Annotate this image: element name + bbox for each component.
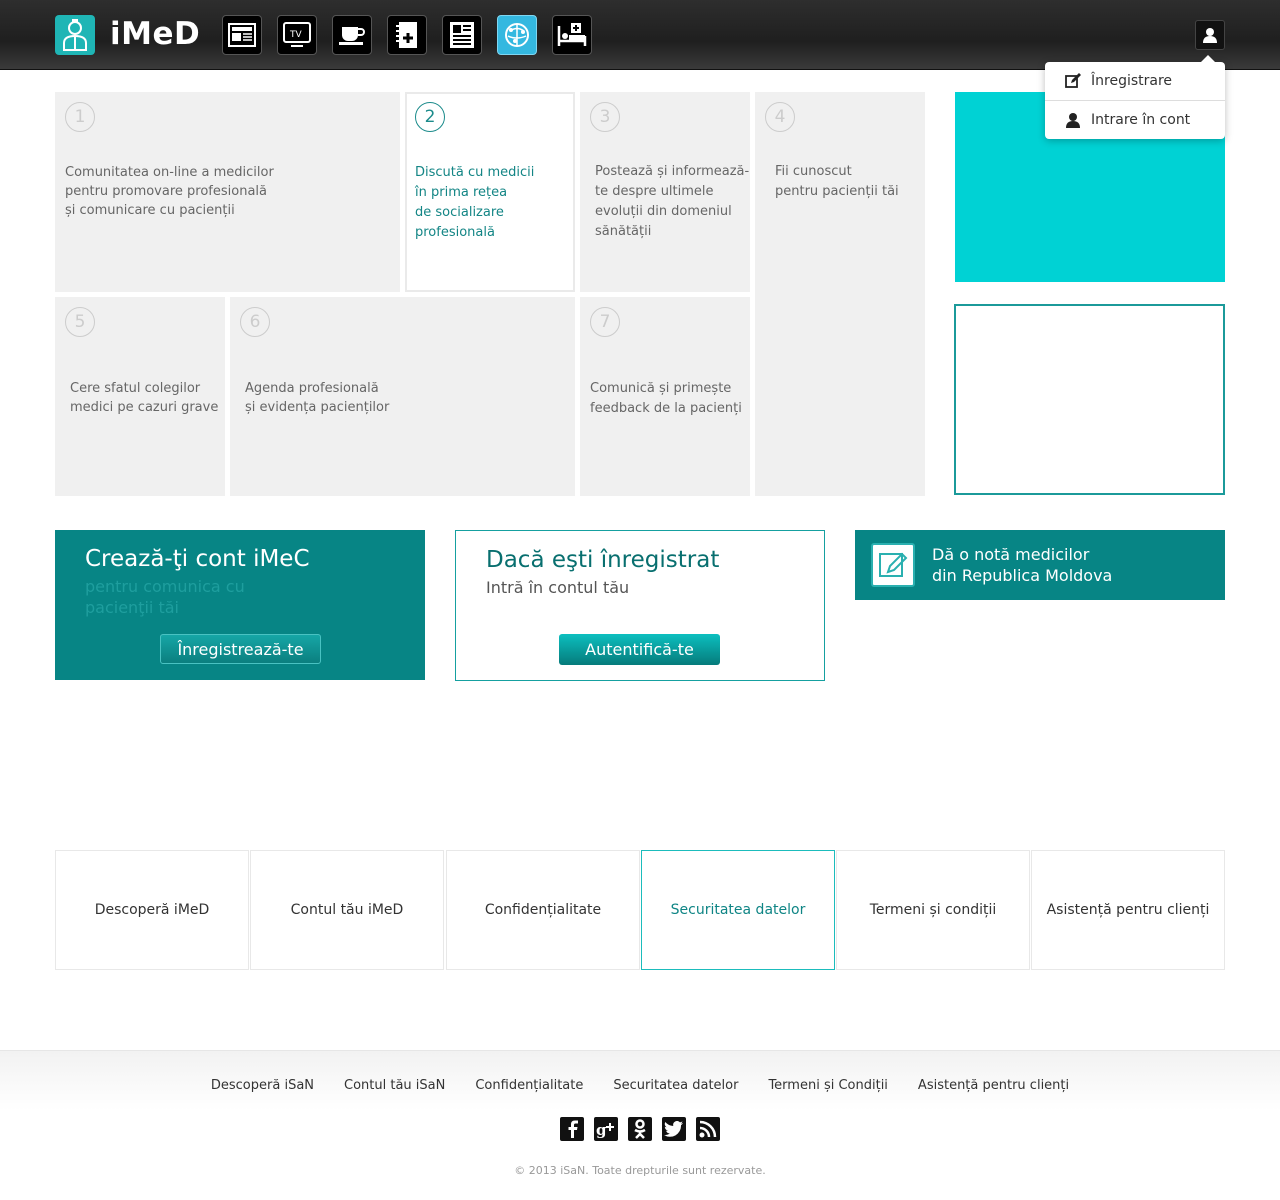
tv-icon[interactable]: TV <box>277 15 317 55</box>
feature-tile-2[interactable]: 2 Discută cu medicii în prima rețea de s… <box>405 92 575 292</box>
feature-tile-3[interactable]: 3 Postează și informează- te despre ulti… <box>580 92 750 292</box>
newspaper-icon[interactable] <box>222 15 262 55</box>
twitter-icon[interactable] <box>662 1117 686 1141</box>
feature-tile-6[interactable]: 6 Agenda profesională și evidența pacien… <box>230 297 575 496</box>
rss-icon[interactable] <box>696 1117 720 1141</box>
coffee-cup-icon[interactable] <box>332 15 372 55</box>
tile-text: Fii cunoscut pentru pacienții tăi <box>775 164 899 199</box>
register-button[interactable]: Înregistrează-te <box>160 634 321 664</box>
login-promo: Dacă eşti înregistrat Intră în contul tă… <box>455 530 825 681</box>
account-dropdown: Înregistrare Intrare în cont <box>1045 55 1225 139</box>
footer-link-terms[interactable]: Termeni și Condiții <box>768 1078 887 1093</box>
edit-icon <box>1065 73 1081 88</box>
info-link-privacy[interactable]: Confidențialitate <box>446 850 640 970</box>
footer-links: Descoperă iSaN Contul tău iSaN Confidenț… <box>0 1078 1280 1093</box>
svg-text:TV: TV <box>289 30 302 40</box>
info-link-support[interactable]: Asistență pentru clienți <box>1031 850 1225 970</box>
tile-text: Discută cu medicii în prima rețea de soc… <box>415 165 535 240</box>
feature-tile-5[interactable]: 5 Cere sfatul colegilor medici pe cazuri… <box>55 297 225 496</box>
tile-text: Cere sfatul colegilor medici pe cazuri g… <box>70 381 219 415</box>
feature-tile-7[interactable]: 7 Comunică și primește feedback de la pa… <box>580 297 750 496</box>
network-icon[interactable] <box>497 15 537 55</box>
copyright-text: © 2013 iSaN. Toate drepturile sunt rezer… <box>514 1164 766 1177</box>
register-menu-item[interactable]: Înregistrare <box>1045 62 1225 100</box>
odnoklassniki-icon[interactable] <box>628 1117 652 1141</box>
footer-link-account[interactable]: Contul tău iSaN <box>344 1078 445 1093</box>
user-menu-button[interactable] <box>1195 20 1225 50</box>
login-label: Intrare în cont <box>1091 111 1191 128</box>
register-subtitle: pentru comunica cu pacienţii tăi <box>85 577 245 617</box>
doctor-logo-icon[interactable] <box>55 15 95 55</box>
tile-number: 1 <box>65 102 95 132</box>
tile-text: Agenda profesională și evidența pacienți… <box>245 381 390 415</box>
footer-link-discover[interactable]: Descoperă iSaN <box>211 1078 314 1093</box>
login-subtitle: Intră în contul tău <box>486 578 630 597</box>
info-link-terms[interactable]: Termeni și condiții <box>836 850 1030 970</box>
footer-link-security[interactable]: Securitatea datelor <box>613 1078 738 1093</box>
tile-number: 4 <box>765 102 795 132</box>
login-button[interactable]: Autentifică-te <box>559 634 720 665</box>
tile-text: Comunitatea on-line a medicilor pentru p… <box>65 165 274 218</box>
feature-tile-1[interactable]: 1 Comunitatea on-line a medicilor pentru… <box>55 92 400 292</box>
tile-number: 6 <box>240 307 270 337</box>
tile-text: Postează și informează- te despre ultime… <box>595 164 750 239</box>
feature-tile-4[interactable]: 4 Fii cunoscut pentru pacienții tăi <box>755 92 925 496</box>
tile-text: Comunică și primește feedback de la paci… <box>590 381 742 416</box>
register-title: Crează-ţi cont iMeC <box>85 546 310 572</box>
tile-number: 2 <box>415 102 445 132</box>
hospital-bed-icon[interactable] <box>552 15 592 55</box>
info-link-account[interactable]: Contul tău iMeD <box>250 850 444 970</box>
promo-box[interactable] <box>954 304 1225 495</box>
article-icon[interactable] <box>442 15 482 55</box>
register-promo: Crează-ţi cont iMeC pentru comunica cu p… <box>55 530 425 680</box>
app-name[interactable]: iMeD <box>110 16 200 52</box>
rate-doctors-text: Dă o notă medicilor din Republica Moldov… <box>932 545 1113 585</box>
google-plus-icon[interactable]: g <box>594 1117 618 1141</box>
tile-number: 5 <box>65 307 95 337</box>
info-link-security[interactable]: Securitatea datelor <box>641 850 835 970</box>
register-label: Înregistrare <box>1091 73 1173 89</box>
footer-link-privacy[interactable]: Confidențialitate <box>475 1078 583 1093</box>
footer-link-support[interactable]: Asistență pentru clienți <box>918 1078 1069 1093</box>
rate-doctors-banner[interactable]: Dă o notă medicilor din Republica Moldov… <box>855 530 1225 600</box>
facebook-icon[interactable] <box>560 1117 584 1141</box>
tile-number: 3 <box>590 102 620 132</box>
svg-text:g: g <box>596 1121 607 1138</box>
user-icon <box>1203 28 1217 43</box>
medical-notebook-icon[interactable] <box>387 15 427 55</box>
pencil-icon <box>871 543 915 587</box>
login-menu-item[interactable]: Intrare în cont <box>1045 100 1225 138</box>
login-title: Dacă eşti înregistrat <box>486 547 720 573</box>
top-header: iMeD TV <box>0 0 1280 70</box>
page-footer: Descoperă iSaN Contul tău iSaN Confidenț… <box>0 1050 1280 1200</box>
info-link-discover[interactable]: Descoperă iMeD <box>55 850 249 970</box>
tile-number: 7 <box>590 307 620 337</box>
user-icon <box>1066 112 1080 128</box>
